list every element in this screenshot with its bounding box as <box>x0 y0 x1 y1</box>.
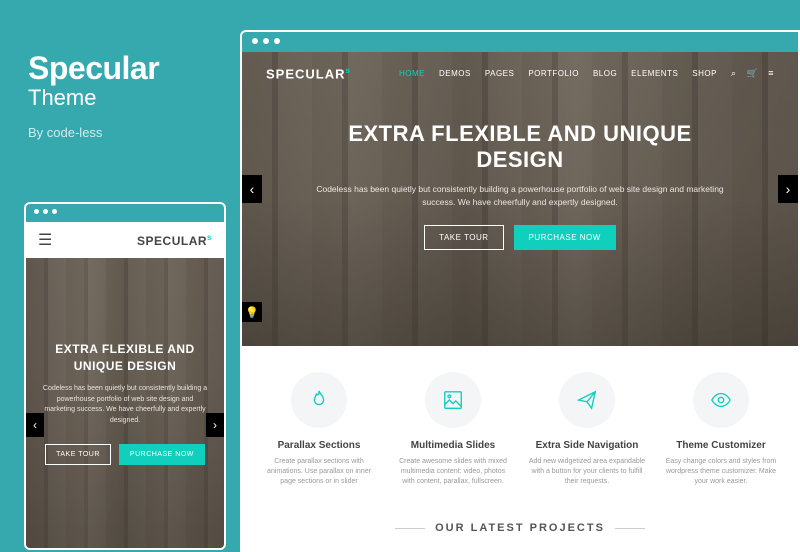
mobile-hero-title: EXTRA FLEXIBLE AND UNIQUE DESIGN <box>42 341 208 375</box>
paper-plane-icon <box>559 372 615 428</box>
projects-heading: OUR LATEST PROJECTS <box>435 522 605 534</box>
nav-elements[interactable]: ELEMENTS <box>631 69 678 78</box>
menu-icon[interactable]: ≡ <box>768 68 774 79</box>
slider-prev[interactable]: ‹ <box>242 175 262 203</box>
feature-sidenav: Extra Side Navigation Add new widgetized… <box>524 372 650 486</box>
features-row: Parallax Sections Create parallax sectio… <box>242 346 798 504</box>
hamburger-icon[interactable]: ☰ <box>38 230 52 250</box>
mobile-logo[interactable]: SPECULARs <box>137 233 212 248</box>
desktop-preview: SPECULARs HOME DEMOS PAGES PORTFOLIO BLO… <box>240 30 800 552</box>
bulb-icon[interactable]: 💡 <box>242 302 262 322</box>
image-icon <box>425 372 481 428</box>
desktop-header: SPECULARs HOME DEMOS PAGES PORTFOLIO BLO… <box>242 52 798 95</box>
promo-subtitle: Theme <box>28 85 159 111</box>
feature-desc: Add new widgetized area expandable with … <box>524 457 650 486</box>
mobile-preview: ☰ SPECULARs ‹ › EXTRA FLEXIBLE AND UNIQU… <box>24 202 226 550</box>
nav-shop[interactable]: SHOP <box>692 69 717 78</box>
nav-pages[interactable]: PAGES <box>485 69 514 78</box>
mobile-header: ☰ SPECULARs <box>26 222 224 258</box>
feature-title: Theme Customizer <box>658 440 784 451</box>
mobile-slider-prev[interactable]: ‹ <box>26 413 44 437</box>
promo-title: Specular <box>28 50 159 87</box>
search-icon[interactable]: ⌕ <box>731 68 737 79</box>
nav-demos[interactable]: DEMOS <box>439 69 471 78</box>
eye-icon <box>693 372 749 428</box>
promo-block: Specular Theme By code-less <box>28 50 159 140</box>
nav-blog[interactable]: BLOG <box>593 69 617 78</box>
section-heading: OUR LATEST PROJECTS <box>242 504 798 550</box>
mobile-take-tour-button[interactable]: TAKE TOUR <box>45 444 111 465</box>
cart-icon[interactable]: 🛒 <box>747 68 759 79</box>
nav-portfolio[interactable]: PORTFOLIO <box>528 69 579 78</box>
mobile-purchase-button[interactable]: PURCHASE NOW <box>119 444 205 465</box>
mobile-window-chrome <box>26 204 224 222</box>
hero-title: EXTRA FLEXIBLE AND UNIQUE DESIGN <box>302 121 738 173</box>
desktop-nav: HOME DEMOS PAGES PORTFOLIO BLOG ELEMENTS… <box>399 68 774 79</box>
nav-home[interactable]: HOME <box>399 69 425 78</box>
mobile-hero: ‹ › EXTRA FLEXIBLE AND UNIQUE DESIGN Cod… <box>26 258 224 548</box>
slider-next[interactable]: › <box>778 175 798 203</box>
feature-title: Multimedia Slides <box>390 440 516 451</box>
take-tour-button[interactable]: TAKE TOUR <box>424 225 503 250</box>
desktop-window-chrome <box>242 32 798 52</box>
feature-title: Parallax Sections <box>256 440 382 451</box>
feature-title: Extra Side Navigation <box>524 440 650 451</box>
feature-desc: Easy change colors and styles from wordp… <box>658 457 784 486</box>
feature-customizer: Theme Customizer Easy change colors and … <box>658 372 784 486</box>
feature-multimedia: Multimedia Slides Create awesome slides … <box>390 372 516 486</box>
promo-byline: By code-less <box>28 125 159 140</box>
desktop-logo[interactable]: SPECULARs <box>266 66 351 81</box>
feature-parallax: Parallax Sections Create parallax sectio… <box>256 372 382 486</box>
desktop-hero: SPECULARs HOME DEMOS PAGES PORTFOLIO BLO… <box>242 52 798 346</box>
feature-desc: Create parallax sections with animations… <box>256 457 382 486</box>
feature-desc: Create awesome slides with mixed multime… <box>390 457 516 486</box>
flame-icon <box>291 372 347 428</box>
purchase-button[interactable]: PURCHASE NOW <box>514 225 616 250</box>
mobile-slider-next[interactable]: › <box>206 413 224 437</box>
